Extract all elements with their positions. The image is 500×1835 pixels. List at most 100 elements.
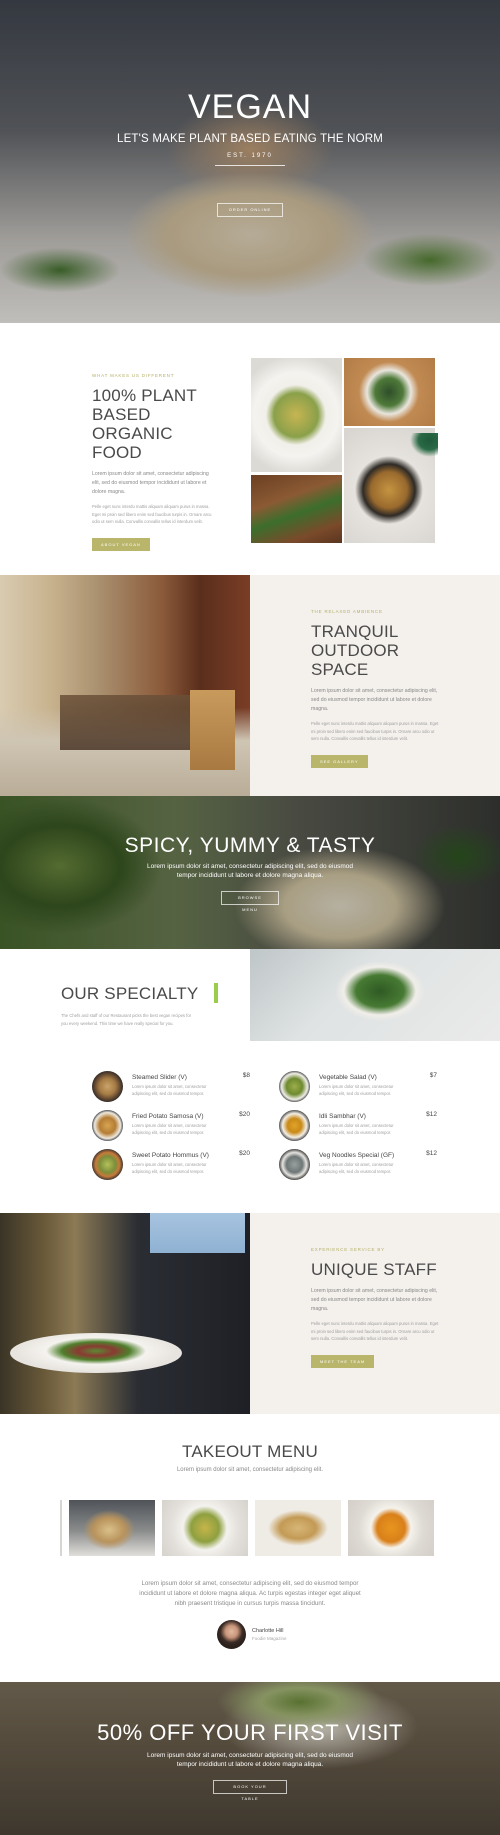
- staff-paragraph-1: Lorem ipsum dolor sit amet, consectetur …: [311, 1288, 438, 1312]
- menu-item-name: Fried Potato Samosa (V): [132, 1113, 204, 1120]
- menu-item[interactable]: Sweet Potato Hommus (V) $20 Lorem ipsum …: [92, 1149, 252, 1181]
- menu-item-desc-line-2: adipiscing elit, sed do eiusmod tempor.: [132, 1130, 205, 1135]
- about-eyebrow: WHAT MAKES US DIFFERENT: [92, 373, 175, 378]
- menu-item-name: Sweet Potato Hommus (V): [132, 1152, 209, 1159]
- menu-item[interactable]: Vegetable Salad (V) $7 Lorem ipsum dolor…: [279, 1071, 439, 1103]
- staff-text-block: EXPERIENCE SERVICE BY UNIQUE STAFF Lorem…: [311, 1247, 439, 1368]
- menu-item-name: Veg Noodles Special (GF): [319, 1152, 395, 1159]
- menu-item-desc-line-2: adipiscing elit, sed do eiusmod tempor.: [319, 1091, 392, 1096]
- offer-title: 50% OFF YOUR FIRST VISIT: [97, 1720, 403, 1745]
- quote-line-3: nibh praesent tristique in cursus turpis…: [174, 1600, 326, 1607]
- about-vegan-button[interactable]: ABOUT VEGAN: [92, 537, 150, 551]
- about-paragraph-2: Pelle eget nunc interdu mattis aliquam a…: [92, 504, 212, 524]
- banner-content: SPICY, YUMMY & TASTY Lorem ipsum dolor s…: [0, 834, 500, 916]
- menu-item-thumbnail: [92, 1149, 123, 1180]
- about-paragraph-1: Lorem ipsum dolor sit amet, consectetur …: [92, 471, 209, 495]
- hero-est: EST. 1970: [227, 153, 273, 159]
- outdoor-section: THE RELAXED AMBIENCE TRANQUIL OUTDOOR SP…: [0, 575, 500, 796]
- offer-text-line-2: tempor incididunt ut labore et dolore ma…: [176, 1761, 324, 1768]
- outdoor-title: TRANQUIL OUTDOOR SPACE: [311, 622, 439, 679]
- menu-item-desc-line-2: adipiscing elit, sed do eiusmod tempor.: [132, 1169, 205, 1174]
- menu-item-price: $8: [242, 1072, 250, 1079]
- staff-section: EXPERIENCE SERVICE BY UNIQUE STAFF Lorem…: [0, 1213, 500, 1414]
- about-title: 100% PLANT BASED ORGANIC FOOD: [92, 386, 217, 462]
- about-text-block: WHAT MAKES US DIFFERENT 100% PLANT BASED…: [92, 373, 217, 551]
- outdoor-text-block: THE RELAXED AMBIENCE TRANQUIL OUTDOOR SP…: [311, 609, 439, 768]
- menu-item-price: $7: [429, 1072, 437, 1079]
- banner-text-line-2: tempor incididunt ut labore et dolore ma…: [176, 872, 324, 879]
- takeout-flatbread-photo[interactable]: [255, 1500, 341, 1556]
- salad-bowl-photo: [344, 358, 435, 426]
- outdoor-paragraph-1: Lorem ipsum dolor sit amet, consectetur …: [311, 688, 438, 712]
- menu-item-thumbnail: [279, 1149, 310, 1180]
- about-title-line-1: 100% PLANT BASED: [92, 386, 197, 424]
- leaf-decoration: [410, 433, 438, 457]
- sandwich-board-photo: [251, 475, 342, 543]
- menu-item[interactable]: Fried Potato Samosa (V) $20 Lorem ipsum …: [92, 1110, 252, 1142]
- author-role: Foodie Magazine: [252, 1636, 287, 1641]
- menu-item-price: $12: [426, 1150, 437, 1157]
- menu-item-price: $20: [239, 1150, 250, 1157]
- spicy-banner-section: SPICY, YUMMY & TASTY Lorem ipsum dolor s…: [0, 796, 500, 949]
- menu-item-thumbnail: [279, 1110, 310, 1141]
- menu-item-name: Idli Sambhar (V): [319, 1113, 366, 1120]
- menu-item-desc-line-2: adipiscing elit, sed do eiusmod tempor.: [319, 1130, 392, 1135]
- pasta-plate-photo: [251, 358, 342, 472]
- menu-item[interactable]: Steamed Slider (V) $8 Lorem ipsum dolor …: [92, 1071, 252, 1103]
- about-section: WHAT MAKES US DIFFERENT 100% PLANT BASED…: [0, 323, 500, 575]
- menu-item-desc-line-2: adipiscing elit, sed do eiusmod tempor.: [132, 1091, 205, 1096]
- menu-item-price: $12: [426, 1111, 437, 1118]
- hero-content: VEGAN LET'S MAKE PLANT BASED EATING THE …: [0, 88, 500, 217]
- see-gallery-button[interactable]: SEE GALLERY: [311, 754, 368, 768]
- takeout-subtitle: Lorem ipsum dolor sit amet, consectetur …: [176, 1467, 324, 1473]
- outdoor-paragraph-2: Pelle eget nunc interdu mattis aliquam a…: [311, 721, 439, 741]
- order-online-button[interactable]: ORDER ONLINE: [217, 203, 283, 217]
- specialty-accent-bar: [214, 983, 218, 1003]
- quote-line-1: Lorem ipsum dolor sit amet, consectetur …: [141, 1580, 359, 1587]
- about-title-line-2: ORGANIC FOOD: [92, 424, 173, 462]
- menu-item-thumbnail: [92, 1071, 123, 1102]
- menu-item-price: $20: [239, 1111, 250, 1118]
- banner-text-line-1: Lorem ipsum dolor sit amet, consectetur …: [147, 863, 353, 870]
- staff-title: UNIQUE STAFF: [311, 1260, 437, 1279]
- specialty-text: The Chefs and staff of our Restaurant pi…: [61, 1013, 192, 1026]
- carousel-left-edge[interactable]: [60, 1500, 62, 1556]
- hero-title: VEGAN: [187, 88, 313, 126]
- menu-item-name: Steamed Slider (V): [132, 1074, 187, 1081]
- avatar: [217, 1620, 246, 1649]
- quote-line-2: incididunt ut labore et dolore magna ali…: [139, 1590, 361, 1597]
- patio-chair-shape: [190, 690, 235, 770]
- salad-plate-photo: [250, 949, 500, 1041]
- takeout-pasta-photo[interactable]: [162, 1500, 248, 1556]
- specialty-title: OUR SPECIALTY: [61, 984, 199, 1003]
- patio-table-shape: [60, 695, 210, 750]
- testimonial-quote: Lorem ipsum dolor sit amet, consectetur …: [0, 1579, 500, 1609]
- menu-item[interactable]: Idli Sambhar (V) $12 Lorem ipsum dolor s…: [279, 1110, 439, 1142]
- specialty-header: OUR SPECIALTY The Chefs and staff of our…: [61, 984, 211, 1027]
- menu-item-desc-line-2: adipiscing elit, sed do eiusmod tempor.: [319, 1169, 392, 1174]
- takeout-section: TAKEOUT MENU Lorem ipsum dolor sit amet,…: [0, 1414, 500, 1682]
- menu-item[interactable]: Veg Noodles Special (GF) $12 Lorem ipsum…: [279, 1149, 439, 1181]
- hero-subtitle: LET'S MAKE PLANT BASED EATING THE NORM: [116, 133, 384, 145]
- hero-divider: [215, 165, 285, 166]
- menu-item-thumbnail: [92, 1110, 123, 1141]
- outdoor-title-line-1: TRANQUIL OUTDOOR: [311, 622, 400, 660]
- offer-text-line-1: Lorem ipsum dolor sit amet, consectetur …: [147, 1752, 353, 1759]
- staff-paragraph-2: Pelle eget nunc interdu mattis aliquam a…: [311, 1321, 439, 1341]
- takeout-dumpling-photo[interactable]: [69, 1500, 155, 1556]
- hero-section: VEGAN LET'S MAKE PLANT BASED EATING THE …: [0, 0, 500, 323]
- browse-menu-button[interactable]: BROWSE MENU: [221, 891, 279, 912]
- takeout-title: TAKEOUT MENU: [182, 1442, 318, 1461]
- takeout-soup-photo[interactable]: [348, 1500, 434, 1556]
- meet-the-team-button[interactable]: MEET THE TEAM: [311, 1354, 375, 1368]
- offer-content: 50% OFF YOUR FIRST VISIT Lorem ipsum dol…: [0, 1720, 500, 1805]
- book-your-table-button[interactable]: BOOK YOUR TABLE: [213, 1780, 287, 1801]
- outdoor-eyebrow: THE RELAXED AMBIENCE: [311, 609, 383, 614]
- salad-serving-plate: [10, 1333, 182, 1373]
- staff-eyebrow: EXPERIENCE SERVICE BY: [311, 1247, 385, 1252]
- specialty-section: OUR SPECIALTY The Chefs and staff of our…: [0, 949, 500, 1213]
- menu-item-name: Vegetable Salad (V): [319, 1074, 377, 1081]
- author-name: Charlotte Hill: [252, 1628, 284, 1634]
- banner-title: SPICY, YUMMY & TASTY: [124, 834, 376, 857]
- testimonial-author: Charlotte Hill Foodie Magazine: [217, 1620, 307, 1650]
